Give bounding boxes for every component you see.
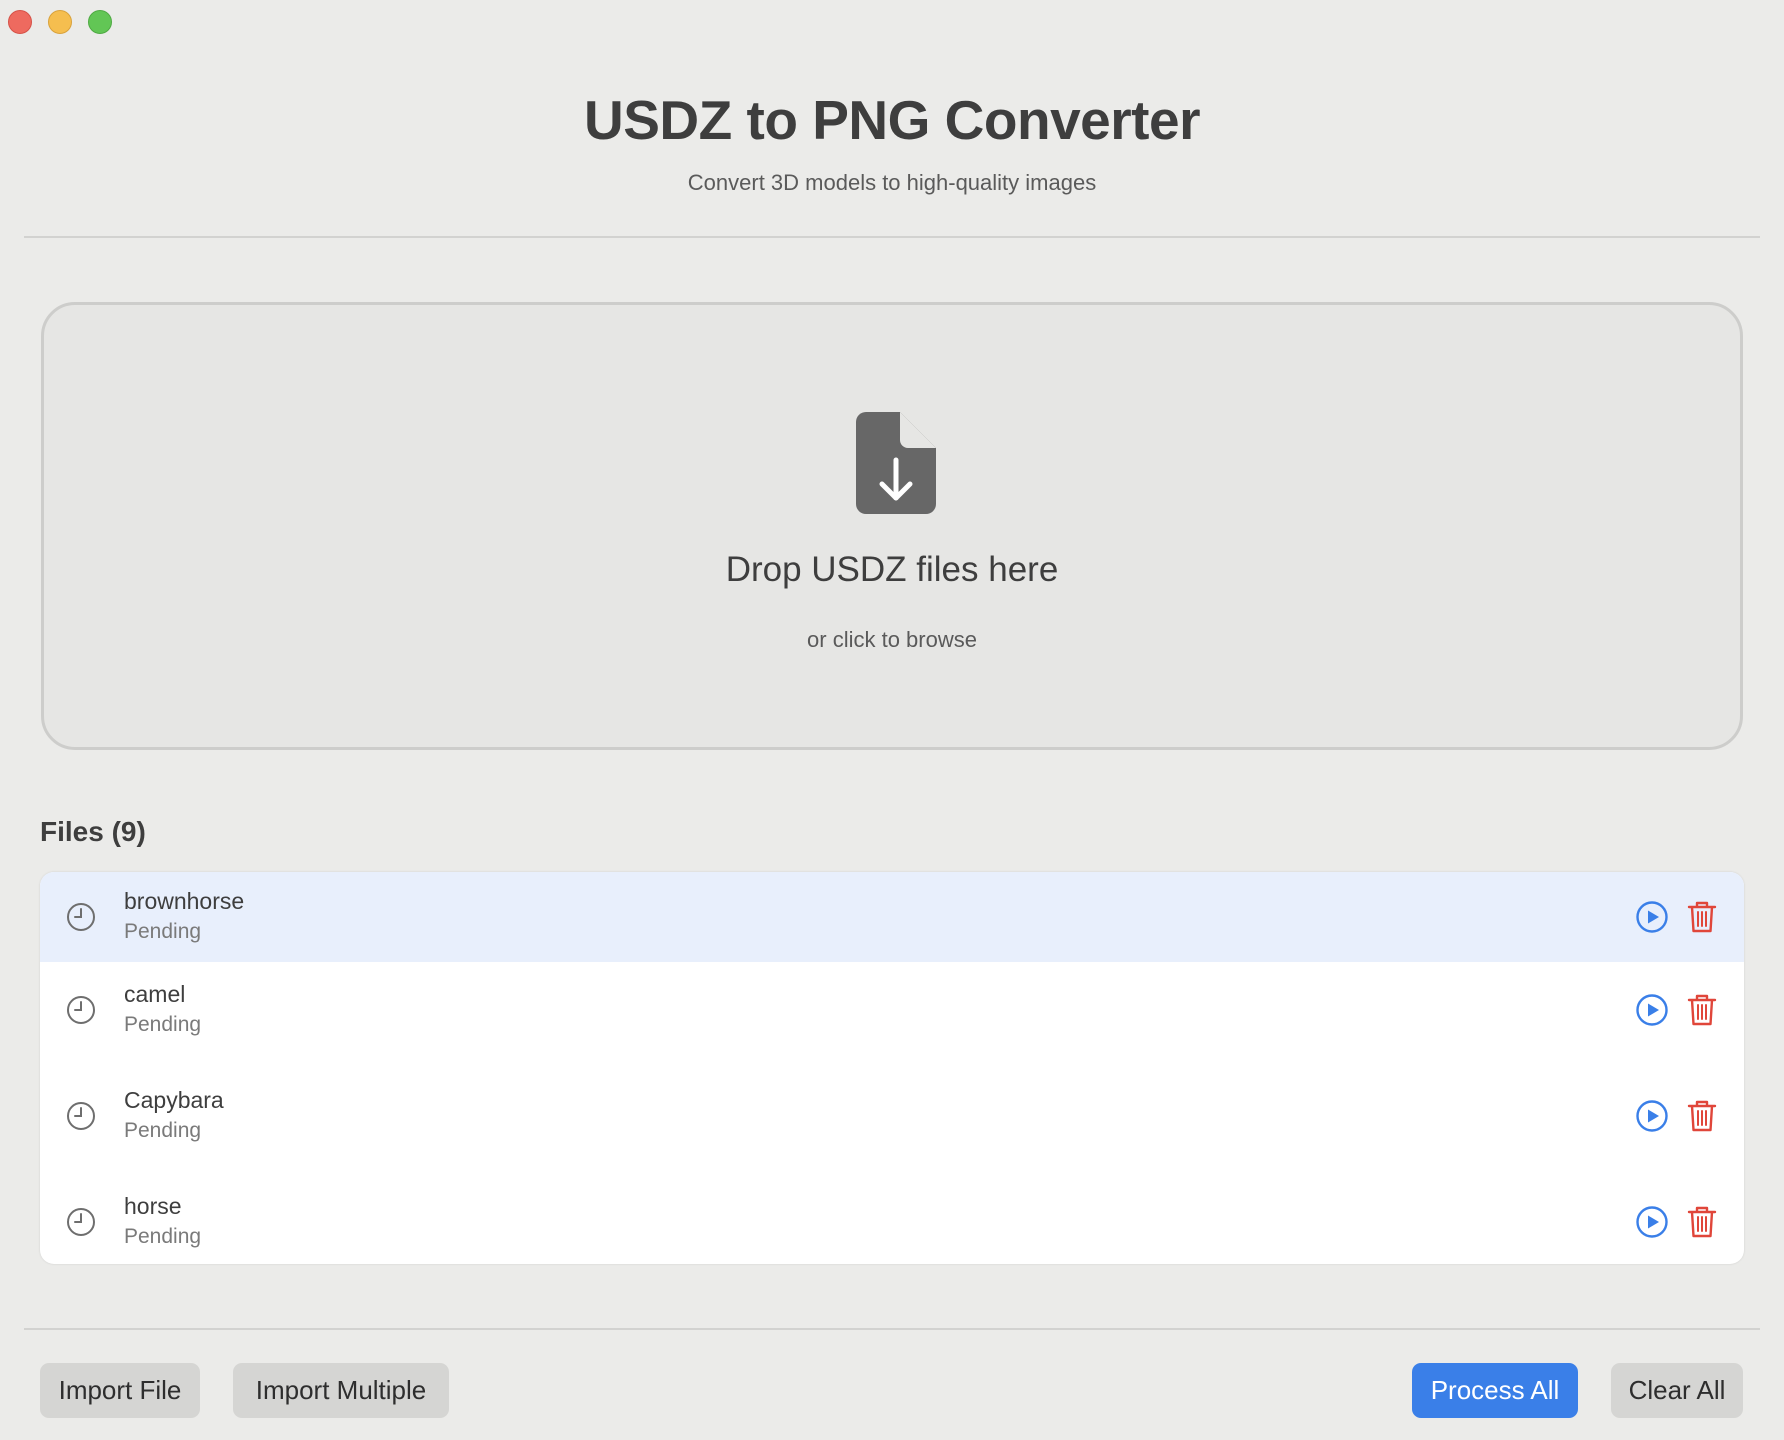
trash-icon[interactable] [1686,993,1718,1027]
list-item[interactable]: Capybara Pending [40,1071,1744,1161]
file-name: horse [124,1193,182,1219]
header-divider [24,236,1760,238]
trash-icon[interactable] [1686,900,1718,934]
file-status: Pending [124,1013,202,1036]
file-status: Pending [124,1119,202,1142]
header: USDZ to PNG Converter Convert 3D models … [0,88,1784,196]
trash-icon[interactable] [1686,1205,1718,1239]
drop-zone[interactable]: Drop USDZ files here or click to browse [41,302,1743,750]
clock-icon [67,1102,95,1130]
trash-icon[interactable] [1686,1099,1718,1133]
app-window: USDZ to PNG Converter Convert 3D models … [0,0,1784,1440]
play-icon[interactable] [1635,1099,1669,1133]
clock-icon [67,1208,95,1236]
import-multiple-button[interactable]: Import Multiple [233,1363,449,1418]
window-controls [8,10,112,34]
files-heading: Files (9) [40,816,146,847]
list-item[interactable]: brownhorse Pending [40,872,1744,962]
play-icon[interactable] [1635,993,1669,1027]
file-status: Pending [124,920,202,943]
drop-zone-title: Drop USDZ files here [725,550,1059,589]
clock-icon [67,996,95,1024]
file-name: camel [124,981,186,1007]
process-all-button[interactable]: Process All [1412,1363,1578,1418]
file-status: Pending [124,1225,202,1248]
list-item[interactable]: camel Pending [40,965,1744,1055]
maximize-window-button[interactable] [88,10,112,34]
footer-divider [24,1328,1760,1330]
import-file-button[interactable]: Import File [40,1363,200,1418]
page-title: USDZ to PNG Converter [584,89,1200,151]
files-list[interactable]: brownhorse Pending camel Pending Capybar… [40,872,1744,1264]
page-subtitle: Convert 3D models to high-quality images [687,170,1097,195]
file-name: brownhorse [124,888,245,914]
drop-zone-subtitle: or click to browse [807,627,977,652]
minimize-window-button[interactable] [48,10,72,34]
play-icon[interactable] [1635,1205,1669,1239]
close-window-button[interactable] [8,10,32,34]
play-icon[interactable] [1635,900,1669,934]
clock-icon [67,903,95,931]
file-name: Capybara [124,1087,224,1113]
document-download-icon [856,412,936,514]
list-item[interactable]: horse Pending [40,1177,1744,1264]
clear-all-button[interactable]: Clear All [1611,1363,1743,1418]
